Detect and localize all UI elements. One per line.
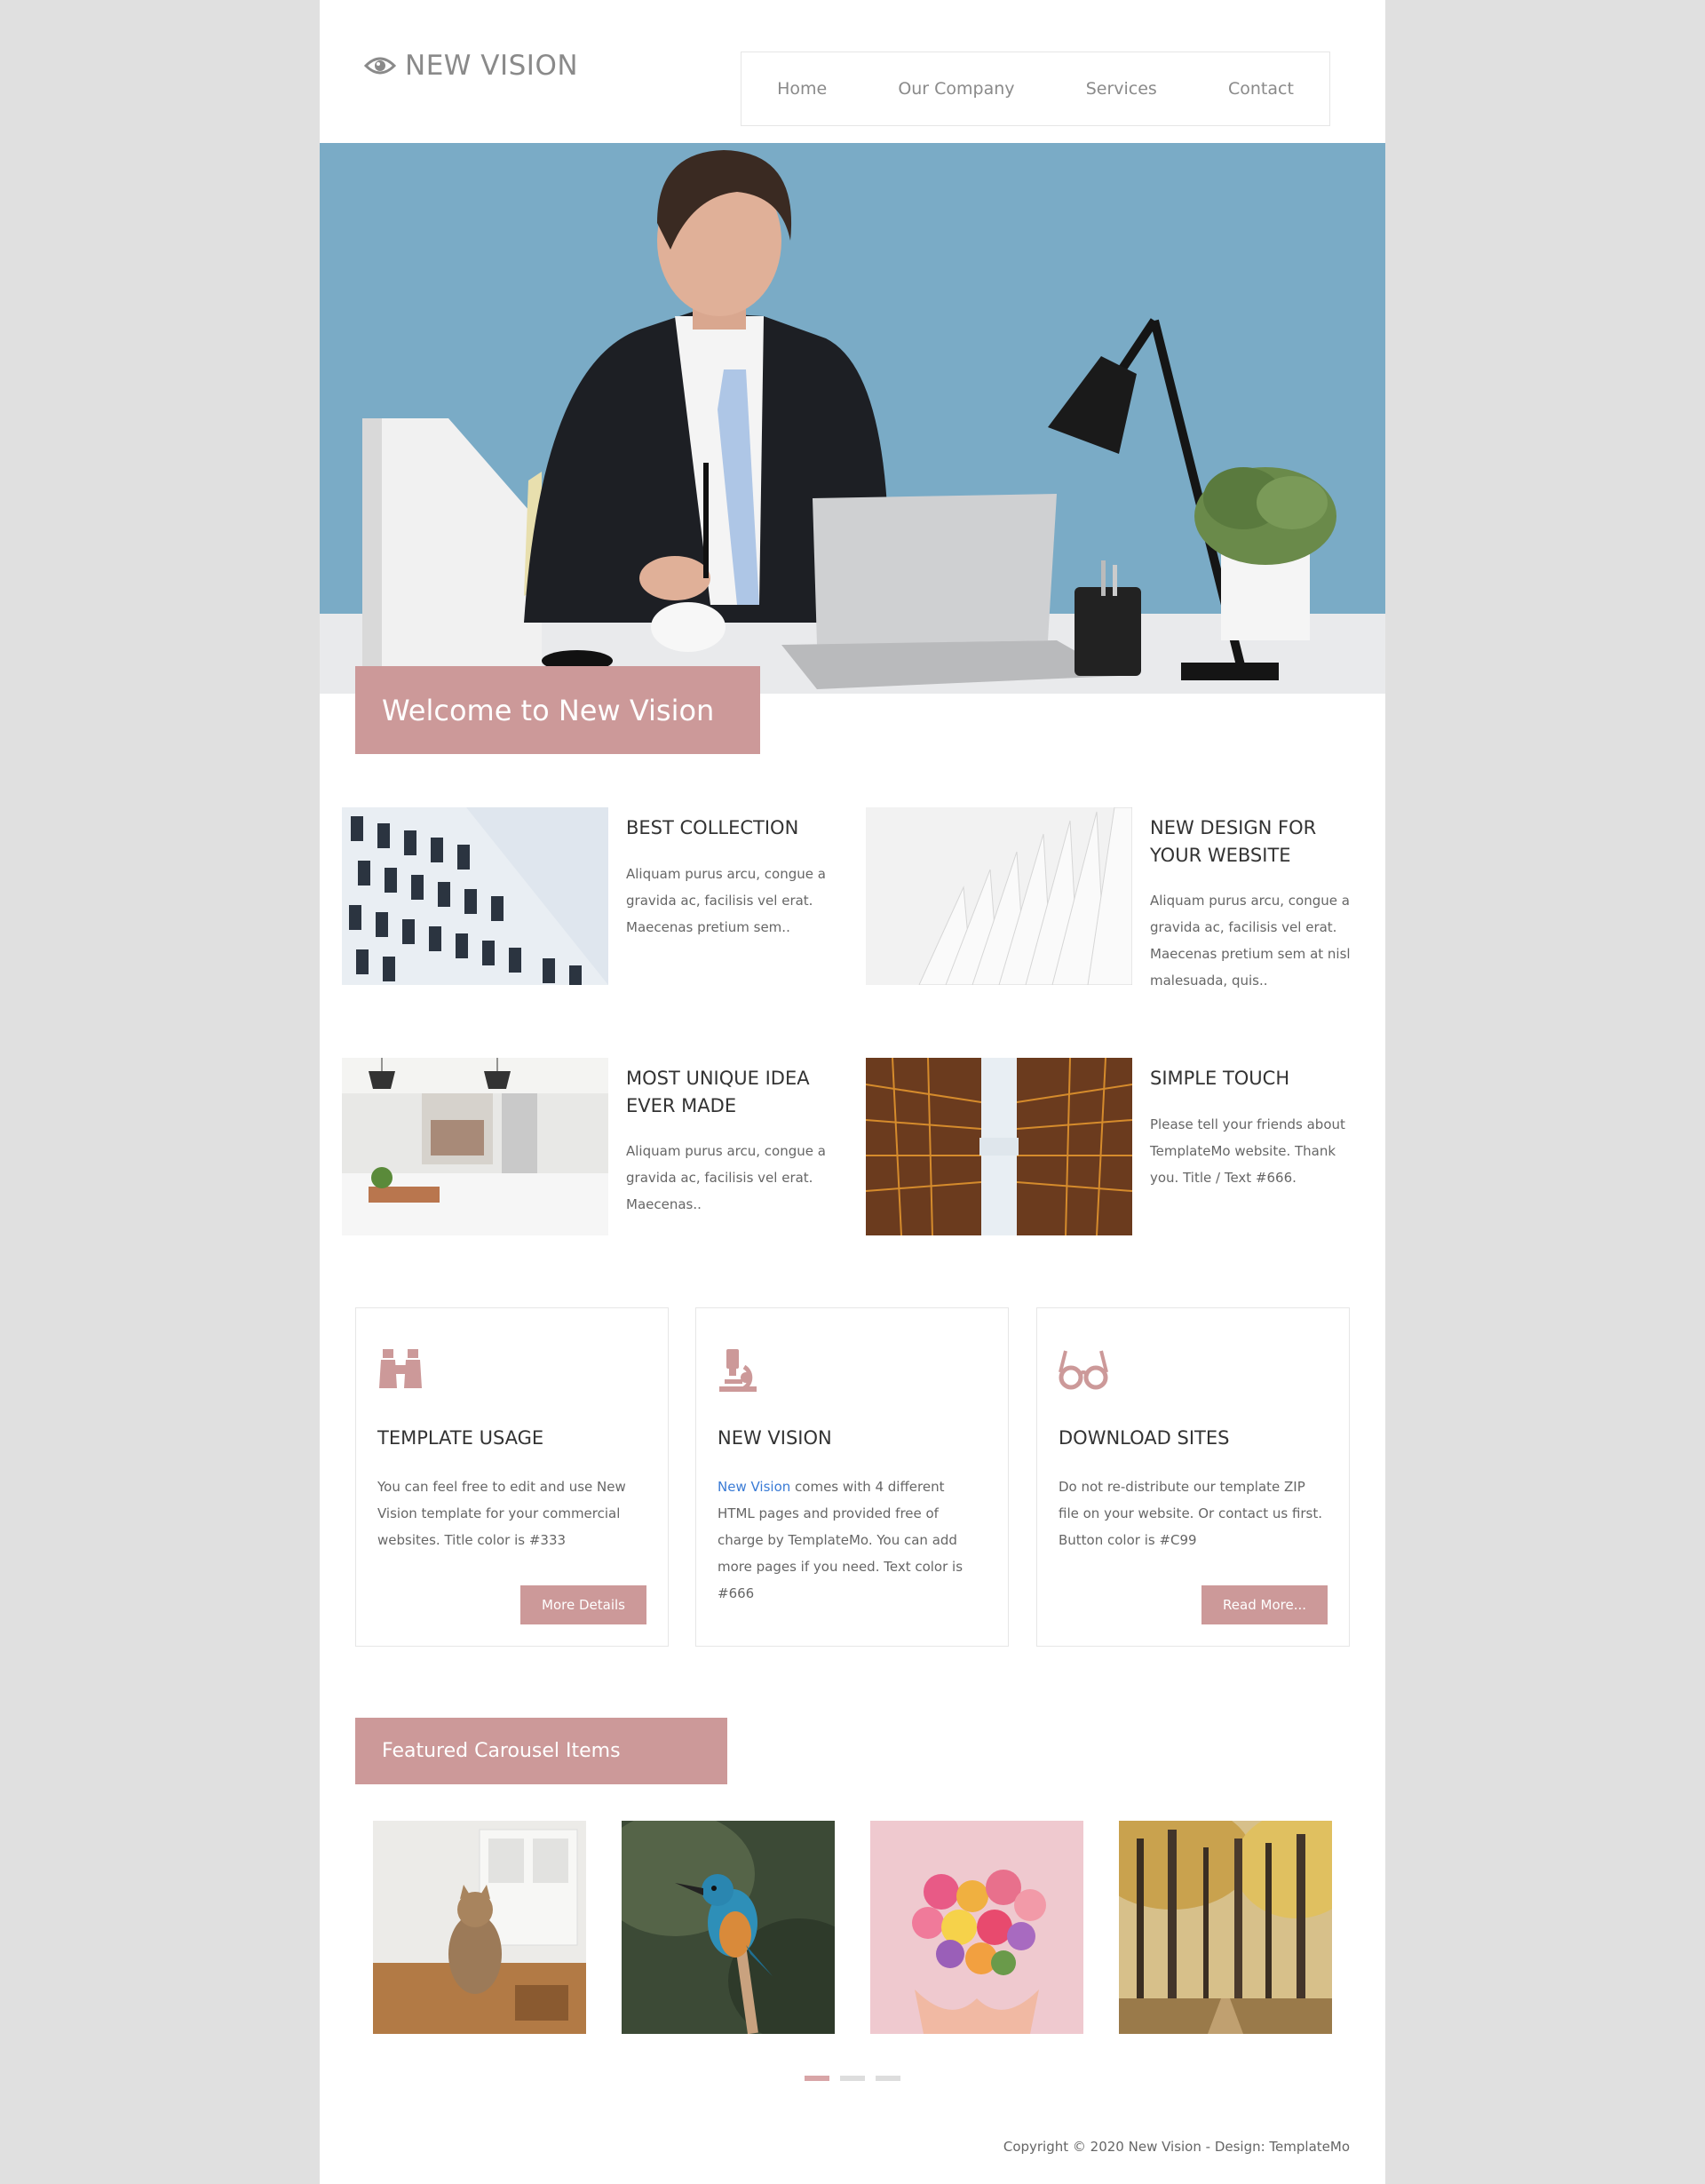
info-card: DOWNLOAD SITES Do not re-distribute our … [1036, 1307, 1350, 1647]
info-card: TEMPLATE USAGE You can feel free to edit… [355, 1307, 669, 1647]
carousel-dots [805, 2076, 900, 2081]
nav-item-home[interactable]: Home [777, 79, 827, 99]
binoculars-icon [379, 1349, 422, 1388]
carousel-dot-2[interactable] [840, 2076, 865, 2081]
microscope-icon [719, 1349, 757, 1392]
feature-title: BEST COLLECTION [626, 817, 799, 838]
feature-item: BEST COLLECTION Aliquam purus arcu, cong… [342, 807, 844, 994]
building-facade-image [342, 807, 608, 985]
nav-item-contact[interactable]: Contact [1228, 79, 1294, 99]
eye-icon [364, 57, 396, 75]
carousel-item-bird[interactable] [622, 1821, 835, 2034]
card-title: NEW VISION [718, 1427, 832, 1449]
card-title: TEMPLATE USAGE [377, 1427, 544, 1449]
card-title: DOWNLOAD SITES [1059, 1427, 1230, 1449]
kitchen-image [342, 1058, 608, 1235]
feature-title: SIMPLE TOUCH [1150, 1068, 1290, 1089]
carousel-item-flowers[interactable] [870, 1821, 1083, 2034]
card-text-body: comes with 4 different HTML pages and pr… [718, 1479, 964, 1601]
nav-item-our-company[interactable]: Our Company [898, 79, 1014, 99]
feature-item: NEW DESIGN FOR YOUR WEBSITE Aliquam puru… [866, 807, 1368, 994]
feature-text: Aliquam purus arcu, congue a gravida ac,… [1150, 893, 1351, 989]
hero-image [320, 143, 1385, 694]
feature-item: SIMPLE TOUCH Please tell your friends ab… [866, 1058, 1368, 1244]
carousel-item-cat[interactable] [373, 1821, 586, 2034]
brand-name: NEW VISION [405, 50, 579, 82]
feature-text: Please tell your friends about TemplateM… [1150, 1116, 1345, 1186]
new-vision-link[interactable]: New Vision [718, 1479, 790, 1495]
skyscrapers-image [866, 1058, 1132, 1235]
carousel-dot-1[interactable] [805, 2076, 829, 2081]
feature-title: NEW DESIGN FOR YOUR WEBSITE [1150, 817, 1317, 866]
info-card: NEW VISION New Vision comes with 4 diffe… [695, 1307, 1009, 1647]
read-more-button[interactable]: Read More... [1201, 1585, 1328, 1624]
feature-text: Aliquam purus arcu, congue a gravida ac,… [626, 1143, 826, 1212]
card-text: New Vision comes with 4 different HTML p… [718, 1473, 984, 1607]
card-text: You can feel free to edit and use New Vi… [377, 1479, 626, 1548]
carousel-title: Featured Carousel Items [355, 1718, 727, 1784]
carousel-item-forest[interactable] [1119, 1821, 1332, 2034]
more-details-button[interactable]: More Details [520, 1585, 646, 1624]
carousel-dot-3[interactable] [876, 2076, 900, 2081]
card-text: Do not re-distribute our template ZIP fi… [1059, 1479, 1323, 1548]
main-nav: Home Our Company Services Contact [741, 52, 1330, 126]
logo[interactable]: NEW VISION [364, 50, 578, 82]
feature-title: MOST UNIQUE IDEA EVER MADE [626, 1068, 810, 1116]
feature-item: MOST UNIQUE IDEA EVER MADE Aliquam purus… [342, 1058, 844, 1244]
glasses-icon [1059, 1350, 1108, 1390]
footer-copyright: Copyright © 2020 New Vision - Design: Te… [1003, 2139, 1350, 2155]
nav-item-services[interactable]: Services [1086, 79, 1157, 99]
welcome-banner: Welcome to New Vision [355, 666, 760, 754]
page: NEW VISION Home Our Company Services Con… [320, 0, 1385, 2184]
white-architecture-image [866, 807, 1132, 985]
feature-text: Aliquam purus arcu, congue a gravida ac,… [626, 866, 826, 935]
